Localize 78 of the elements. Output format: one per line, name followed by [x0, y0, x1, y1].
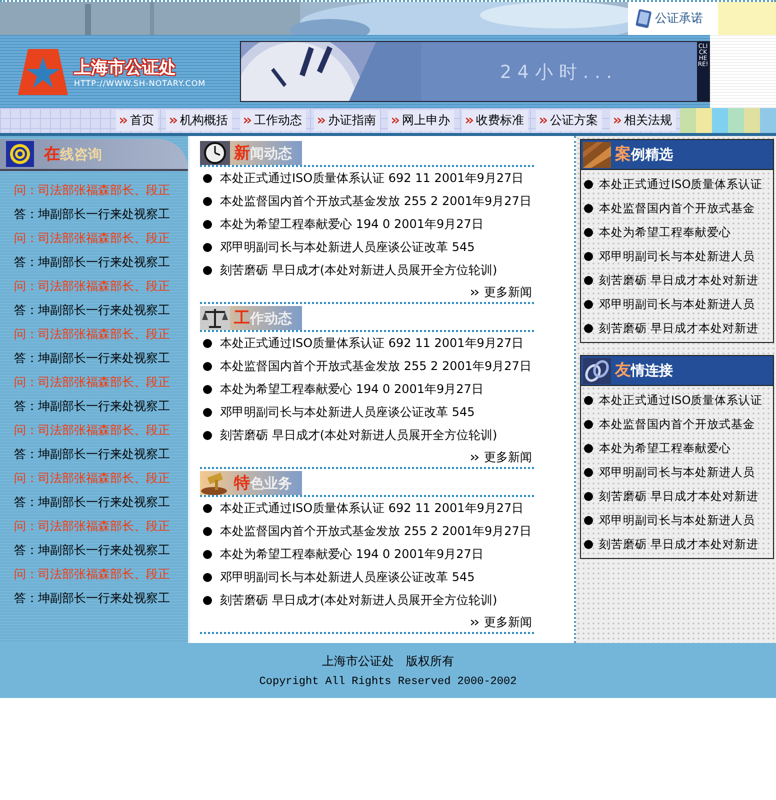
news-link[interactable]: 本处监督国内首个开放式基金发放 255 2 2001年9月27日 — [200, 520, 564, 543]
panel-title: 案例精选 — [615, 144, 673, 165]
news-link[interactable]: 本处监督国内首个开放式基金发放 255 2 2001年9月27日 — [200, 190, 564, 213]
corner-panel — [718, 2, 776, 35]
footer-owner: 上海市公证处 版权所有 — [322, 653, 454, 670]
more-link[interactable]: 更多新闻 — [200, 612, 532, 632]
chevron-icon — [471, 288, 479, 296]
panel-link[interactable]: 刻苦磨砺 早日成才本处对新进 — [581, 316, 773, 340]
more-link[interactable]: 更多新闻 — [200, 282, 532, 302]
panel-link[interactable]: 本处为希望工程奉献爱心 — [581, 220, 773, 244]
logo-url: HTTP://WWW.SH-NOTARY.COM — [74, 78, 206, 88]
news-link[interactable]: 刻苦磨砺 早日成才(本处对新进人员展开全方位轮训) — [200, 259, 564, 282]
panel-link[interactable]: 本处正式通过ISO质量体系认证 — [581, 172, 773, 196]
clock-icon — [200, 141, 230, 165]
nav-link[interactable]: 工作动态 — [240, 110, 306, 131]
news-link[interactable]: 邓甲明副司长与本处新进人员座谈公证改革 545 — [200, 236, 564, 259]
nav-link[interactable]: 机构概括 — [166, 110, 232, 131]
nav-link[interactable]: 办证指南 — [314, 110, 380, 131]
consult-entry[interactable]: 答：坤副部长一行来处视察工 — [14, 250, 188, 274]
chevron-icon — [540, 117, 547, 124]
panel-link[interactable]: 刻苦磨砺 早日成才本处对新进 — [581, 532, 773, 556]
news-link[interactable]: 本处正式通过ISO质量体系认证 692 11 2001年9月27日 — [200, 497, 564, 520]
news-link[interactable]: 本处为希望工程奉献爱心 194 0 2001年9月27日 — [200, 213, 564, 236]
news-link[interactable]: 邓甲明副司长与本处新进人员座谈公证改革 545 — [200, 566, 564, 589]
panel-link[interactable]: 本处正式通过ISO质量体系认证 — [581, 388, 773, 412]
panel-link[interactable]: 邓甲明副司长与本处新进人员 — [581, 292, 773, 316]
nav-link[interactable]: 收费标准 — [462, 110, 528, 131]
nav-link[interactable]: 网上申办 — [388, 110, 454, 131]
consult-entry[interactable]: 答：坤副部长一行来处视察工 — [14, 394, 188, 418]
chevron-icon — [120, 117, 127, 124]
section-title: 特色业务 — [232, 472, 292, 494]
chevron-icon — [244, 117, 251, 124]
notebook-icon — [634, 8, 652, 28]
chevron-icon — [392, 117, 399, 124]
copyright-text: Copyright All Rights Reserved 2000-2002 — [259, 676, 517, 688]
news-link[interactable]: 本处为希望工程奉献爱心 194 0 2001年9月27日 — [200, 543, 564, 566]
logo-title: 上海市公证处 — [74, 56, 177, 78]
chevron-icon — [318, 117, 325, 124]
nav-link[interactable]: 首页 — [116, 110, 158, 131]
news-link[interactable]: 本处为希望工程奉献爱心 194 0 2001年9月27日 — [200, 378, 564, 401]
chevron-icon — [471, 618, 479, 626]
consult-entry[interactable]: 答：坤副部长一行来处视察工 — [14, 442, 188, 466]
gavel-icon — [200, 471, 230, 495]
panel-link[interactable]: 刻苦磨砺 早日成才本处对新进 — [581, 484, 773, 508]
nav-link[interactable]: 相关法规 — [610, 110, 676, 131]
panel-title: 友情连接 — [615, 360, 673, 381]
panel-link[interactable]: 本处监督国内首个开放式基金 — [581, 412, 773, 436]
star-logo-icon — [18, 48, 68, 94]
chevron-icon — [170, 117, 177, 124]
section-title: 新闻动态 — [232, 142, 292, 164]
news-link[interactable]: 本处正式通过ISO质量体系认证 692 11 2001年9月27日 — [200, 167, 564, 190]
nav-link[interactable]: 公证方案 — [536, 110, 602, 131]
panel-link[interactable]: 邓甲明副司长与本处新进人员 — [581, 508, 773, 532]
consult-entry[interactable]: 答：坤副部长一行来处视察工 — [14, 298, 188, 322]
news-link[interactable]: 邓甲明副司长与本处新进人员座谈公证改革 545 — [200, 401, 564, 424]
consult-entry[interactable]: 答：坤副部长一行来处视察工 — [14, 538, 188, 562]
consult-entry[interactable]: 答：坤副部长一行来处视察工 — [14, 586, 188, 610]
panel-link[interactable]: 邓甲明副司长与本处新进人员 — [581, 244, 773, 268]
news-link[interactable]: 刻苦磨砺 早日成才(本处对新进人员展开全方位轮训) — [200, 424, 564, 447]
panel-link[interactable]: 本处为希望工程奉献爱心 — [581, 436, 773, 460]
consult-title: 在线咨询 — [44, 144, 102, 164]
chain-link-icon — [583, 358, 611, 384]
consult-entry[interactable]: 答：坤副部长一行来处视察工 — [14, 490, 188, 514]
banner-text: 24小时... — [498, 60, 620, 84]
more-link[interactable]: 更多新闻 — [200, 447, 532, 467]
chevron-icon — [471, 454, 479, 460]
news-link[interactable]: 本处监督国内首个开放式基金发放 255 2 2001年9月27日 — [200, 355, 564, 378]
panel-link[interactable]: 邓甲明副司长与本处新进人员 — [581, 460, 773, 484]
panel-link[interactable]: 刻苦磨砺 早日成才本处对新进 — [581, 268, 773, 292]
news-link[interactable]: 本处正式通过ISO质量体系认证 692 11 2001年9月27日 — [200, 332, 564, 355]
consult-entry[interactable]: 答：坤副部长一行来处视察工 — [14, 202, 188, 226]
news-link[interactable]: 刻苦磨砺 早日成才(本处对新进人员展开全方位轮训) — [200, 589, 564, 612]
chevron-icon — [466, 117, 473, 124]
consult-entry[interactable]: 答：坤副部长一行来处视察工 — [14, 346, 188, 370]
panel-link[interactable]: 本处监督国内首个开放式基金 — [581, 196, 773, 220]
section-title: 工作动态 — [233, 308, 292, 328]
chevron-icon — [614, 117, 621, 124]
scales-icon — [200, 306, 230, 330]
